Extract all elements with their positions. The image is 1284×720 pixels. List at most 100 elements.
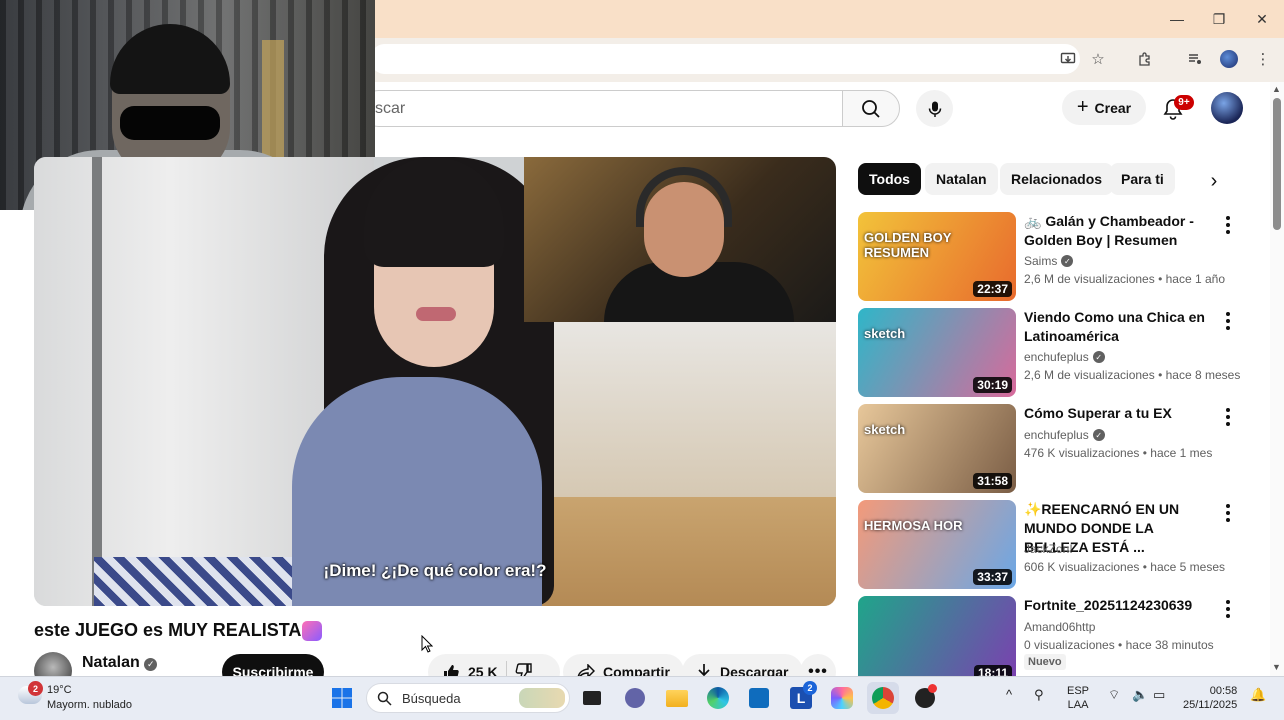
network-status-icon[interactable]: ⚲ [1034, 688, 1044, 702]
chip-para-ti[interactable]: Para ti [1110, 163, 1175, 195]
search-button[interactable] [842, 90, 900, 127]
clock[interactable]: 00:58 25/11/2025 [1183, 684, 1237, 712]
folder-icon [666, 689, 688, 707]
close-button[interactable]: ✕ [1251, 8, 1273, 30]
scroll-down-icon[interactable]: ▼ [1272, 662, 1281, 672]
picture-in-picture-streamer [524, 157, 836, 322]
recommendation-channel[interactable]: JackZon! [1024, 542, 1073, 556]
recommendation-channel-name: JackZon! [1024, 542, 1073, 556]
recommendation-thumbnail[interactable]: sketch 30:19 [858, 308, 1016, 397]
recommendation-views: 606 K visualizaciones [1024, 560, 1140, 574]
chip-relacionados[interactable]: Relacionados [1000, 163, 1114, 195]
scrollbar-thumb[interactable] [1273, 98, 1281, 230]
search-highlight-image-icon [519, 688, 565, 708]
channel-name: Natalan [82, 654, 140, 671]
weather-description: Mayorm. nublado [47, 699, 132, 711]
recommendation-views: 2,6 M de visualizaciones [1024, 272, 1155, 286]
recommendation-channel-name: enchufeplus [1024, 428, 1089, 442]
recommendation-thumbnail[interactable]: GOLDEN BOY RESUMEN 22:37 [858, 212, 1016, 301]
create-button[interactable]: + Crear [1062, 90, 1146, 125]
outlook-app[interactable] [743, 682, 775, 714]
chip-todos[interactable]: Todos [858, 163, 921, 195]
recommendation-title[interactable]: Fortnite_20251124230639 [1024, 596, 1214, 615]
recommendation-channel-name: enchufeplus [1024, 350, 1089, 364]
clock-time: 00:58 [1209, 685, 1238, 697]
verified-icon: ✓ [1092, 351, 1105, 363]
video-scene-floor [524, 497, 836, 606]
chevron-right-icon[interactable]: › [1201, 168, 1227, 194]
recommendation-age: hace 1 mes [1150, 446, 1213, 460]
thumbnail-text: sketch [864, 422, 906, 437]
recommendation-channel[interactable]: Saims ✓ [1024, 254, 1074, 268]
video-title: este JUEGO es MUY REALISTA [34, 620, 302, 640]
video-person-lips [416, 307, 456, 321]
browser-menu-icon[interactable]: ⋮ [1252, 48, 1274, 70]
windows-start-button[interactable] [326, 682, 358, 714]
task-view-app[interactable] [576, 682, 608, 714]
recording-indicator [928, 684, 937, 693]
search-icon [377, 691, 392, 706]
recommendation-channel[interactable]: Amand06http [1024, 620, 1095, 634]
copilot-app[interactable] [826, 682, 858, 714]
recommendation-title[interactable]: Viendo Como una Chica en Latinoamérica [1024, 308, 1214, 346]
windows-logo-icon [332, 688, 352, 708]
minimize-button[interactable]: — [1166, 8, 1188, 30]
volume-icon[interactable]: 🔈 [1132, 688, 1148, 702]
notification-count-badge: 9+ [1174, 95, 1194, 110]
create-label: Crear [1094, 99, 1132, 116]
language-line-2: LAA [1067, 699, 1089, 711]
channel-name-row[interactable]: Natalan ✓ [82, 654, 158, 672]
wifi-icon[interactable]: ⌔ [1108, 688, 1120, 702]
search-placeholder: scar [375, 99, 406, 117]
recommendation-age: hace 38 minutos [1125, 638, 1214, 652]
more-vertical-icon[interactable] [1220, 406, 1236, 428]
tray-overflow-icon[interactable]: ^ [1006, 688, 1012, 702]
more-vertical-icon[interactable] [1220, 310, 1236, 332]
app-badge: 2 [803, 681, 817, 695]
meta-separator: • [1114, 638, 1126, 652]
recommendation-meta: 2,6 M de visualizaciones • hace 8 meses [1024, 368, 1240, 382]
chrome-icon [872, 687, 894, 709]
edge-browser-app[interactable] [702, 682, 734, 714]
weather-temperature: 19°C [47, 684, 72, 696]
more-vertical-icon[interactable] [1220, 214, 1236, 236]
recommendation-age: hace 5 meses [1150, 560, 1225, 574]
extensions-icon[interactable] [1134, 48, 1156, 70]
bookmark-star-icon[interactable]: ☆ [1087, 48, 1109, 70]
recommendation-thumbnail[interactable]: sketch 31:58 [858, 404, 1016, 493]
teams-meet-app[interactable] [619, 682, 651, 714]
recommendation-thumbnail[interactable]: HERMOSA HOR 33:37 [858, 500, 1016, 589]
file-explorer-app[interactable] [661, 682, 693, 714]
chrome-app[interactable] [867, 682, 899, 714]
address-bar[interactable] [370, 44, 1080, 74]
maximize-button[interactable]: ❐ [1208, 8, 1230, 30]
chip-natalan[interactable]: Natalan [925, 163, 998, 195]
video-duration: 30:19 [973, 377, 1012, 393]
new-badge: Nuevo [1024, 654, 1066, 670]
install-app-icon[interactable] [1057, 48, 1079, 70]
video-player[interactable]: ¡Dime! ¿¡De qué color era!? [34, 157, 836, 606]
more-vertical-icon[interactable] [1220, 502, 1236, 524]
recommendation-channel[interactable]: enchufeplus ✓ [1024, 350, 1105, 364]
recommendation-thumbnail[interactable]: 18:11 [858, 596, 1016, 685]
scroll-up-icon[interactable]: ▲ [1272, 84, 1281, 94]
webcam-light-strip [262, 40, 284, 160]
meta-separator: • [1139, 560, 1151, 574]
recommendation-title[interactable]: Cómo Superar a tu EX [1024, 404, 1214, 423]
recommendation-channel[interactable]: enchufeplus ✓ [1024, 428, 1105, 442]
media-control-icon[interactable] [1184, 48, 1206, 70]
battery-icon[interactable]: ▭ [1153, 688, 1165, 702]
account-avatar[interactable] [1211, 92, 1243, 124]
voice-search-button[interactable] [916, 90, 953, 127]
search-input[interactable]: scar [360, 90, 842, 127]
recommendation-views: 0 visualizaciones [1024, 638, 1115, 652]
more-vertical-icon[interactable] [1220, 598, 1236, 620]
notification-center-icon[interactable]: 🔔 [1250, 688, 1266, 702]
taskbar-search-box[interactable]: Búsqueda [366, 683, 570, 713]
language-indicator[interactable]: ESP LAA [1067, 684, 1089, 712]
recommendation-age: hace 1 año [1165, 272, 1225, 286]
thumbnail-text: sketch [864, 326, 906, 341]
recommendation-title[interactable]: 🚲 Galán y Chambeador - Golden Boy | Resu… [1024, 212, 1214, 250]
browser-profile-avatar[interactable] [1220, 50, 1238, 68]
recommendation-age: hace 8 meses [1165, 368, 1241, 382]
